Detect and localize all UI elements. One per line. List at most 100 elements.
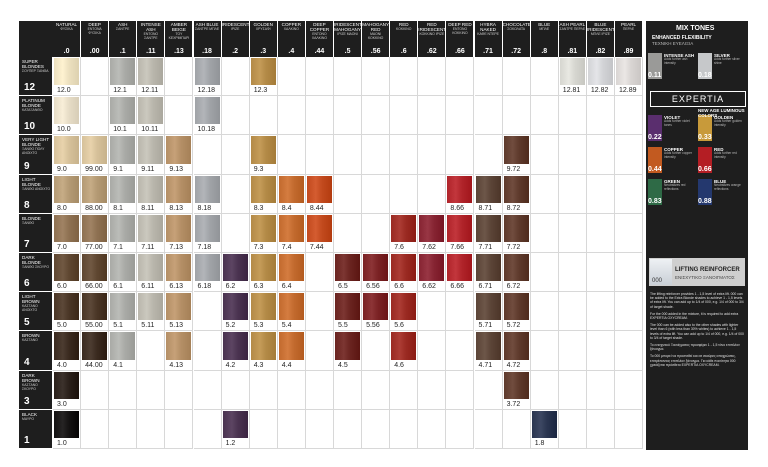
shade-cell bbox=[277, 96, 306, 136]
color-chart-page: NATURAL ΦΥΣΙΚΑ .0 DEEP ΕΝΤΟΝΑ ΦΥΣΙΚΑ .00 A… bbox=[0, 0, 768, 467]
shade-cell bbox=[586, 135, 615, 175]
shade-cell bbox=[502, 96, 531, 136]
shade-cell bbox=[390, 370, 419, 410]
column-header: MAHOGANY RED ΜΑΟΝΙ ΚΟΚΚΙΝΟ .56 bbox=[362, 21, 390, 57]
shade-cell bbox=[390, 96, 419, 136]
shade-cell: 4.4 bbox=[277, 331, 306, 371]
column-code: .56 bbox=[370, 48, 381, 55]
shade-cell: 12.82 bbox=[586, 57, 615, 97]
lifting-greek: ΕΝΙΣΧΥΤΙΚΟ ΞΑΝΟΙΓΜΑΤΟΣ bbox=[675, 275, 735, 280]
shade-code: 4.6 bbox=[394, 361, 404, 369]
shade-code: 4.1 bbox=[113, 361, 123, 369]
shade-cell: 9.72 bbox=[502, 135, 531, 175]
mix-tone-item: VIOLET Adds further violet tones 0.22 bbox=[646, 113, 695, 143]
shade-cell bbox=[81, 96, 110, 136]
shade-cell: 6.62 bbox=[418, 253, 447, 293]
shade-cell: 3.0 bbox=[53, 370, 82, 410]
hair-swatch bbox=[419, 254, 445, 282]
shade-cell bbox=[615, 174, 644, 214]
hair-swatch bbox=[250, 58, 276, 86]
lifting-paragraph: For the 000 added in the mixture, it is … bbox=[650, 311, 739, 321]
shade-code: 5.4 bbox=[281, 322, 292, 330]
hair-swatch bbox=[475, 332, 501, 360]
column-header: IRIDESCENT MAHOGANY ΙΡΙΖΕ ΜΑΟΝΙ .5 bbox=[334, 21, 362, 57]
hair-swatch bbox=[419, 214, 445, 242]
mix-desc: Adds further red intensity bbox=[714, 151, 737, 159]
column-code: .00 bbox=[89, 48, 100, 55]
level-label: SUPER BLONDES ΣΟΥΠΕΡ ΞΑΝΘΑ 12 bbox=[19, 57, 52, 96]
shade-cell bbox=[418, 57, 447, 97]
mix-desc: Adds further copper intensity bbox=[664, 151, 692, 159]
shade-code: 7.0 bbox=[57, 243, 67, 251]
shade-cell: 1.8 bbox=[530, 409, 559, 449]
shade-cell: 8.0 bbox=[53, 174, 82, 214]
shade-code: 3.0 bbox=[57, 400, 67, 408]
shade-code: 6.13 bbox=[169, 283, 184, 291]
shade-cell: 9.1 bbox=[109, 135, 138, 175]
shade-cell: 6.6 bbox=[390, 253, 419, 293]
shade-cell: 7.6 bbox=[390, 213, 419, 253]
shade-code: 10.1 bbox=[113, 126, 127, 134]
column-greek: ΕΝΤΟΝΟ ΚΟΚΚΙΝΟ bbox=[452, 27, 468, 35]
hair-swatch bbox=[475, 293, 501, 321]
shade-code: 8.13 bbox=[169, 204, 184, 212]
shade-code: 9.13 bbox=[169, 165, 184, 173]
hair-swatch bbox=[166, 175, 192, 203]
mix-desc: Adds further silver shine bbox=[714, 57, 740, 65]
shade-cell bbox=[165, 370, 194, 410]
level-name: SUPER BLONDES bbox=[22, 59, 44, 69]
shade-code: 6.66 bbox=[450, 283, 465, 291]
column-header: DEEP RED ΕΝΤΟΝΟ ΚΟΚΚΙΝΟ .66 bbox=[446, 21, 474, 57]
lifting-paragraph: Το 000 μπορεί να προστεθεί και σε σκούρε… bbox=[650, 354, 736, 367]
shade-cell bbox=[615, 331, 644, 371]
hair-swatch bbox=[503, 293, 529, 321]
hair-swatch bbox=[475, 214, 501, 242]
shade-cell bbox=[615, 370, 644, 410]
shade-cell bbox=[305, 96, 334, 136]
column-name: IRIDESCENT MAHOGANY bbox=[334, 22, 362, 32]
column-greek: ΙΡΙΖΕ ΜΑΟΝΙ bbox=[337, 32, 358, 36]
shade-cell bbox=[558, 174, 587, 214]
level-greek: ΞΑΝΘΟ ΠΟΛΥ ΑΝΟΙΧΤΟ bbox=[22, 147, 45, 156]
hair-swatch bbox=[278, 254, 304, 282]
hair-swatch bbox=[363, 254, 389, 282]
column-greek: ΕΝΤΟΝΟ ΧΑΛΚΙΝΟ bbox=[311, 32, 327, 40]
shade-cell: 55.00 bbox=[81, 292, 110, 332]
shade-cell: 5.4 bbox=[277, 292, 306, 332]
shade-code: 66.00 bbox=[85, 283, 103, 291]
shade-cell bbox=[362, 331, 391, 371]
hair-swatch bbox=[166, 214, 192, 242]
shade-cell bbox=[446, 409, 475, 449]
column-code: .5 bbox=[344, 48, 351, 55]
shade-code: 9.1 bbox=[113, 165, 123, 173]
hair-swatch bbox=[82, 254, 108, 282]
mix-tone-item: GREEN Neutralizes red reflections 0.83 bbox=[646, 177, 695, 207]
shade-code: 7.44 bbox=[309, 243, 324, 251]
shade-code: 5.0 bbox=[57, 322, 67, 330]
lifting-paragraph: The lifting reinforcer provides 1 - 1,5 … bbox=[650, 292, 744, 309]
hair-swatch bbox=[222, 332, 248, 360]
shade-cell bbox=[558, 253, 587, 293]
hair-swatch bbox=[447, 214, 473, 242]
shade-cell bbox=[221, 213, 250, 253]
mix-desc: Neutralizes orange reflections bbox=[714, 183, 741, 191]
shade-cell: 7.0 bbox=[53, 213, 82, 253]
column-name: MAHOGANY RED bbox=[362, 22, 390, 32]
shade-code: 9.3 bbox=[253, 165, 264, 173]
shade-cell bbox=[221, 135, 250, 175]
shade-cell: 7.62 bbox=[418, 213, 447, 253]
shade-cell bbox=[586, 253, 615, 293]
hair-swatch bbox=[391, 214, 417, 242]
shade-cell: 9.13 bbox=[165, 135, 194, 175]
shade-cell: 6.5 bbox=[334, 253, 363, 293]
column-greek: ΜΑΟΝΙ ΚΟΚΚΙΝΟ bbox=[367, 32, 384, 40]
shade-cell bbox=[446, 135, 475, 175]
shade-code: 12.81 bbox=[562, 87, 581, 95]
shade-cell: 4.13 bbox=[165, 331, 194, 371]
shade-code: 12.1 bbox=[113, 87, 127, 95]
column-code: .8 bbox=[541, 48, 548, 55]
hair-swatch bbox=[54, 97, 80, 125]
shade-cell bbox=[334, 135, 363, 175]
shade-code: 8.72 bbox=[506, 204, 521, 212]
lifting-title: LIFTING REINFORCER bbox=[675, 267, 740, 273]
